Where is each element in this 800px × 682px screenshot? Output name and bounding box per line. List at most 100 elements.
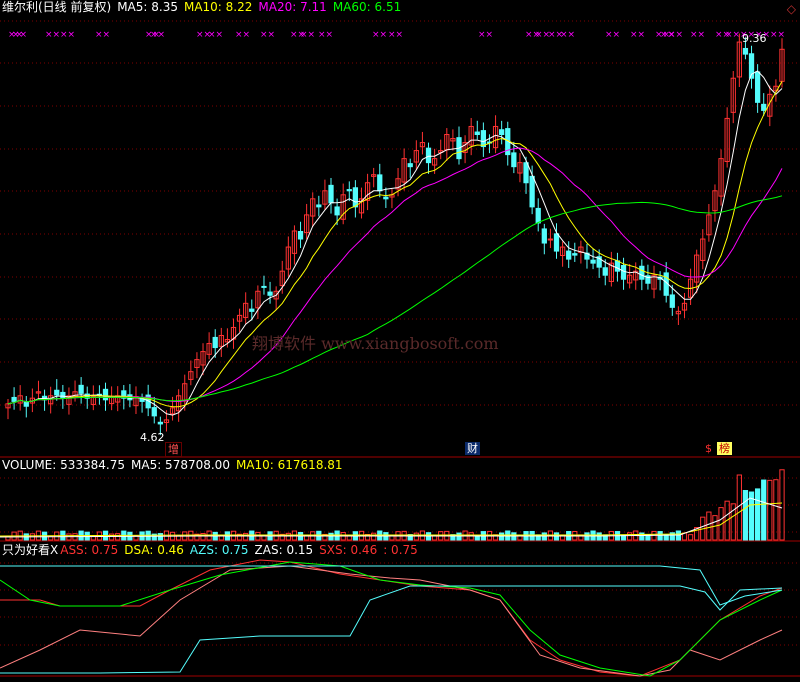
badge-bang[interactable]: 榜 [717, 442, 732, 455]
badge-zeng[interactable]: 增 [165, 442, 182, 457]
azs-line-green [0, 561, 783, 677]
candle-body [11, 396, 17, 402]
candle-body [547, 238, 554, 241]
badge-dollar[interactable]: $ [703, 442, 714, 455]
candle-body [407, 163, 413, 168]
volume-bar [712, 515, 718, 541]
signal-marker: ×× [208, 30, 223, 40]
candle-body [742, 47, 749, 55]
volume-bar [285, 532, 291, 541]
signal-marker: ×× [150, 30, 165, 40]
candle-body [639, 265, 645, 280]
candle-body [78, 384, 84, 394]
candle-body [352, 187, 359, 208]
low-price-label: 4.62 [140, 431, 165, 444]
signal-marker: ×× [300, 30, 315, 40]
sxs-value: SXS: 0.46 [319, 543, 378, 557]
candle-body [566, 250, 572, 260]
volume-bar [687, 534, 694, 541]
volume-bar [499, 532, 505, 541]
signal-marker: ×× [12, 30, 27, 40]
candle-body [480, 130, 487, 148]
candle-body [102, 388, 109, 401]
candle-body [572, 253, 578, 256]
candle-body [316, 204, 322, 208]
volume-bar [706, 511, 712, 541]
candle-body [212, 336, 218, 349]
candle-body [614, 260, 621, 272]
badge-cai[interactable]: 财 [465, 442, 480, 455]
candle-body [249, 308, 255, 312]
volume-bar [663, 534, 669, 541]
signal-marker: ×× [260, 30, 275, 40]
sxs-line [0, 565, 783, 677]
high-price-label: 9.36 [742, 32, 767, 45]
price-panel-header: 维尔利(日线 前复权) MA5: 8.35 MA10: 8.22 MA20: 7.11… [2, 0, 407, 14]
signal-marker: ×× [605, 30, 620, 40]
signal-marker: ×× [388, 30, 403, 40]
volume-bar [754, 488, 761, 541]
signal-marker: ×× [60, 30, 75, 40]
volume-value: VOLUME: 533384.75 [2, 458, 125, 472]
candle-body [261, 285, 267, 288]
signal-marker: ×× [560, 30, 575, 40]
volume-bar [761, 479, 767, 541]
candle-body [620, 264, 627, 280]
signal-marker: ×× [95, 30, 110, 40]
signal-marker: ×× [372, 30, 387, 40]
volume-bar [742, 490, 749, 541]
ma5-value: MA5: 8.35 [117, 0, 178, 14]
candle-body [54, 389, 60, 396]
volume-bar [108, 533, 115, 541]
candle-body [328, 184, 334, 204]
signal-marker: ×× [668, 30, 683, 40]
volume-ma10: MA10: 617618.81 [235, 458, 343, 472]
ma10-value: MA10: 8.22 [183, 0, 253, 14]
candle-body [553, 233, 560, 252]
candle-body [602, 267, 608, 276]
volume-bar [627, 532, 633, 541]
signal-marker: ×× [45, 30, 60, 40]
candle-body [590, 259, 596, 264]
window-toggle-icon[interactable]: ◇ [787, 2, 796, 16]
ma10-line [7, 81, 783, 408]
candle-body [499, 129, 505, 136]
candle-body [754, 71, 761, 103]
volume-ma5-line [0, 497, 783, 538]
volume-bar [328, 532, 334, 541]
candle-body [474, 131, 480, 136]
candle-body [377, 174, 383, 192]
candle-body [425, 147, 432, 164]
candle-body [383, 196, 389, 200]
volume-panel-header: VOLUME: 533384.75 MA5: 578708.00 MA10: 617… [2, 458, 349, 472]
volume-bar [773, 479, 779, 541]
volume-bar [243, 532, 249, 541]
volume-bar [657, 531, 663, 541]
ass-line [0, 559, 783, 677]
candle-body [669, 294, 675, 308]
candle-body [334, 206, 340, 216]
volume-ma10-line [0, 502, 783, 537]
indicator-panel-header: 只为好看X ASS: 0.75 DSA: 0.46 AZS: 0.75 ZAS: 0.1… [2, 543, 424, 557]
candle-body [157, 421, 163, 425]
volume-bar [413, 532, 419, 541]
signal-marker: ×× [725, 30, 740, 40]
volume-bar [157, 533, 163, 541]
candle-body [151, 407, 157, 417]
extra-value: : 0.75 [383, 543, 418, 557]
candle-body [541, 228, 547, 244]
candle-body [60, 391, 66, 399]
candle-body [761, 103, 767, 111]
ass-value: ASS: 0.75 [60, 543, 119, 557]
signal-marker: ×× [690, 30, 705, 40]
signal-marker: ×× [478, 30, 493, 40]
ma60-value: MA60: 6.51 [332, 0, 402, 14]
candle-body [535, 207, 541, 224]
candle-body [23, 401, 29, 407]
stock-title: 维尔利(日线 前复权) [2, 0, 112, 14]
candle-body [346, 189, 352, 192]
signal-marker: ×× [235, 30, 250, 40]
candle-body [523, 162, 529, 184]
azs-value: AZS: 0.75 [189, 543, 249, 557]
candle-body [511, 152, 517, 168]
